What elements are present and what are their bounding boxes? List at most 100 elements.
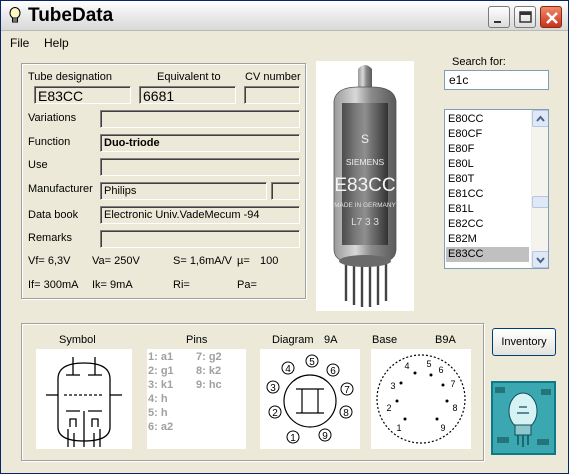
svg-text:9: 9: [322, 431, 328, 442]
list-item[interactable]: E80T: [446, 172, 529, 187]
pin-entry: 7: g2: [196, 351, 222, 363]
list-item-selected[interactable]: E83CC: [446, 247, 529, 262]
list-scrollbar[interactable]: [531, 110, 548, 268]
tube-listbox[interactable]: E80CC E80CF E80F E80L E80T E81CC E81L E8…: [444, 109, 549, 269]
scroll-thumb[interactable]: [532, 196, 548, 208]
lightbulb-icon: [9, 7, 21, 23]
pin-entry: 9: hc: [196, 379, 222, 391]
remarks-field[interactable]: [100, 230, 300, 248]
svg-text:7: 7: [344, 385, 350, 396]
connection-diagram: 1 2 3 4 5 6 7 8 9: [260, 349, 360, 449]
pins-panel: 1: a1 2: g1 3: k1 4: h 5: h 6: a2 7: g2 …: [147, 349, 246, 449]
designation-label: Tube designation: [28, 71, 112, 83]
base-code: B9A: [435, 334, 456, 346]
ik-value: Ik= 9mA: [92, 279, 133, 291]
maximize-icon: [519, 11, 532, 23]
b9a-base-icon: 4 5 6 3 7 2 8 1 9: [376, 354, 466, 444]
svg-text:1: 1: [290, 433, 296, 444]
list-item[interactable]: E80CF: [446, 127, 529, 142]
pin-entry: 5: h: [148, 407, 168, 419]
minimize-button[interactable]: [488, 6, 510, 28]
databook-field[interactable]: Electronic Univ.VadeMecum -94: [100, 206, 300, 224]
svg-text:4: 4: [404, 361, 409, 371]
svg-text:9: 9: [440, 423, 445, 433]
close-button[interactable]: [540, 6, 562, 28]
use-label: Use: [28, 159, 48, 171]
svg-text:6: 6: [438, 365, 443, 375]
equivalent-label: Equivalent to: [157, 71, 221, 83]
symbol-label: Symbol: [59, 334, 96, 346]
ri-value: Ri=: [173, 279, 190, 291]
cv-number-field[interactable]: [244, 86, 300, 104]
svg-text:6: 6: [330, 366, 336, 377]
base-label: Base: [372, 334, 398, 346]
svg-text:8: 8: [343, 408, 349, 419]
svg-text:L7 3 3: L7 3 3: [351, 217, 379, 228]
diagram-label: Diagram: [272, 334, 314, 346]
list-item[interactable]: E80F: [446, 142, 529, 157]
tubedata-window: TubeData File Help Tube designation Equi…: [0, 0, 569, 474]
pins-label: Pins: [186, 334, 208, 346]
list-item[interactable]: E81CC: [446, 187, 529, 202]
search-input[interactable]: [444, 70, 549, 90]
mu-value: 100: [260, 255, 279, 267]
designation-field[interactable]: E83CC: [34, 86, 131, 104]
svg-text:E83CC: E83CC: [334, 175, 395, 196]
svg-text:2: 2: [272, 408, 278, 419]
chevron-down-icon: [536, 257, 545, 264]
svg-text:4: 4: [285, 364, 291, 375]
list-item[interactable]: E80CC: [446, 112, 529, 127]
list-item[interactable]: E82CC: [446, 217, 529, 232]
pin-entry: 1: a1: [148, 351, 174, 363]
manufacturer-code-field[interactable]: [271, 182, 300, 200]
tube-symbol: [36, 349, 132, 449]
function-field[interactable]: Duo-triode: [100, 134, 300, 152]
tube-photo: S SIEMENS E83CC MADE IN GERMANY L7 3 3: [316, 61, 414, 311]
list-item[interactable]: E80L: [446, 157, 529, 172]
svg-text:S: S: [361, 132, 369, 146]
remarks-label: Remarks: [28, 232, 73, 244]
svg-text:3: 3: [270, 383, 276, 394]
variations-label: Variations: [28, 112, 77, 124]
menu-help[interactable]: Help: [44, 36, 69, 50]
if-value: If= 300mA: [28, 279, 79, 291]
vf-value: Vf= 6,3V: [28, 255, 71, 267]
window-title: TubeData: [28, 5, 114, 26]
inventory-button[interactable]: Inventory: [492, 328, 556, 356]
svg-text:5: 5: [426, 359, 431, 369]
menu-bar: File Help: [1, 33, 568, 53]
list-item[interactable]: E81L: [446, 202, 529, 217]
pa-value: Pa=: [237, 279, 257, 291]
svg-text:1: 1: [396, 423, 401, 433]
pin-entry: 4: h: [148, 393, 168, 405]
chevron-up-icon: [536, 115, 545, 122]
manufacturer-label: Manufacturer: [28, 183, 93, 195]
list-item[interactable]: E82M: [446, 232, 529, 247]
minimize-icon: [494, 21, 501, 23]
databook-label: Data book: [28, 209, 79, 221]
cv-number-label: CV number: [245, 71, 301, 83]
close-icon: [546, 12, 558, 24]
pin-entry: 2: g1: [148, 365, 174, 377]
pin-diagram-icon: 1 2 3 4 5 6 7 8 9: [266, 354, 354, 444]
menu-file[interactable]: File: [10, 36, 29, 50]
pin-entry: 3: k1: [148, 379, 174, 391]
va-value: Va= 250V: [92, 255, 140, 267]
tube-logo-icon: [491, 381, 556, 455]
s-value: S= 1,6mA/V: [173, 255, 233, 267]
scroll-up-button[interactable]: [532, 110, 548, 127]
search-label: Search for:: [452, 56, 506, 68]
use-field[interactable]: [100, 158, 300, 176]
title-bar[interactable]: TubeData: [1, 1, 568, 31]
manufacturer-field[interactable]: Philips: [100, 182, 267, 200]
diagram-code: 9A: [324, 334, 338, 346]
function-label: Function: [28, 136, 71, 148]
scroll-down-button[interactable]: [532, 251, 548, 268]
equivalent-field[interactable]: 6681: [139, 86, 236, 104]
variations-field[interactable]: [100, 110, 300, 128]
mu-label: µ=: [237, 255, 250, 267]
svg-text:7: 7: [450, 379, 455, 389]
maximize-button[interactable]: [514, 6, 536, 28]
svg-text:5: 5: [309, 357, 315, 368]
svg-text:2: 2: [386, 403, 391, 413]
